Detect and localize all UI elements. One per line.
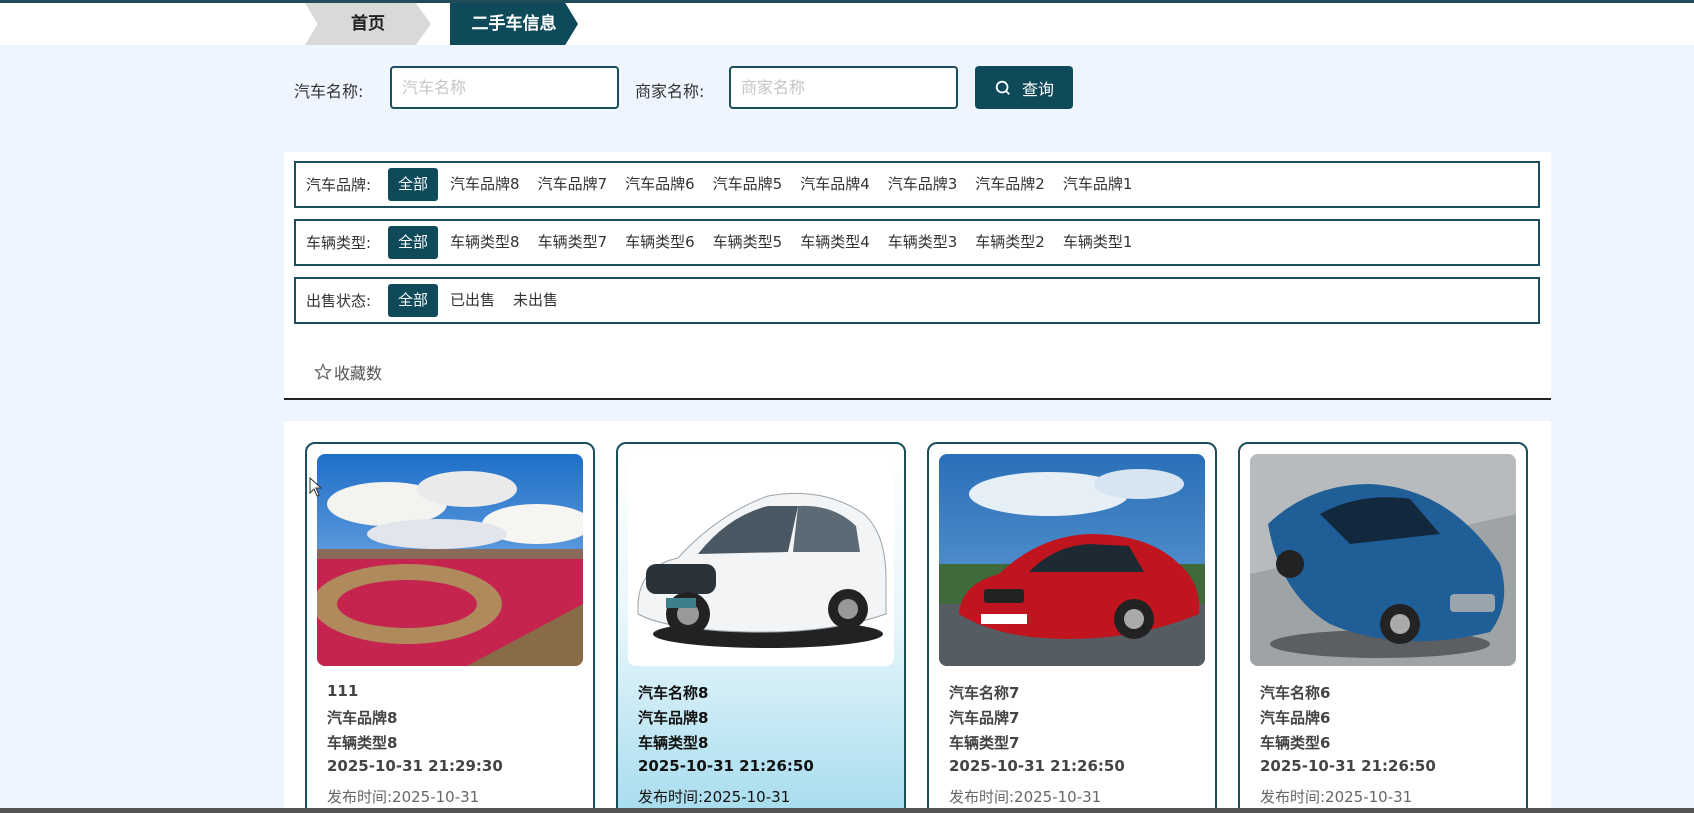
sort-favorites-label: 收藏数: [334, 364, 383, 383]
type-option[interactable]: 车辆类型2: [969, 226, 1051, 259]
type-option[interactable]: 车辆类型1: [1057, 226, 1139, 259]
car-type: 车辆类型8: [327, 734, 398, 752]
status-filter-label: 出售状态:: [306, 292, 372, 310]
car-name: 汽车名称6: [1260, 684, 1331, 702]
brand-option[interactable]: 汽车品牌4: [794, 168, 876, 201]
status-option-all[interactable]: 全部: [388, 284, 439, 317]
car-type: 车辆类型6: [1260, 734, 1331, 752]
type-option[interactable]: 车辆类型5: [707, 226, 789, 259]
status-filter-row: 出售状态: 全部 已出售 未出售: [294, 277, 1540, 324]
brand-option[interactable]: 汽车品牌5: [707, 168, 789, 201]
car-datetime: 2025-10-31 21:29:30: [327, 757, 503, 775]
type-filter-label: 车辆类型:: [306, 234, 372, 252]
type-option[interactable]: 车辆类型3: [882, 226, 964, 259]
brand-option[interactable]: 汽车品牌2: [969, 168, 1051, 201]
status-option-unsold[interactable]: 未出售: [507, 284, 564, 317]
car-datetime: 2025-10-31 21:26:50: [949, 757, 1125, 775]
query-button[interactable]: 查询: [975, 66, 1073, 109]
car-publish-time: 发布时间:2025-10-31: [949, 788, 1102, 806]
merchant-name-input[interactable]: [729, 66, 958, 109]
car-name: 111: [327, 682, 359, 700]
car-card[interactable]: 111 汽车品牌8 车辆类型8 2025-10-31 21:29:30 发布时间…: [305, 442, 595, 813]
sort-favorites[interactable]: 收藏数: [314, 360, 382, 384]
type-filter-row: 车辆类型: 全部 车辆类型8 车辆类型7 车辆类型6 车辆类型5 车辆类型4 车…: [294, 219, 1540, 266]
type-option[interactable]: 车辆类型4: [794, 226, 876, 259]
brand-option[interactable]: 汽车品牌7: [532, 168, 614, 201]
car-brand: 汽车品牌6: [1260, 709, 1331, 727]
mouse-pointer-icon: [309, 477, 323, 497]
type-option[interactable]: 车辆类型8: [444, 226, 526, 259]
car-name-label: 汽车名称:: [294, 82, 364, 101]
merchant-name-label: 商家名称:: [635, 82, 705, 101]
type-option[interactable]: 车辆类型7: [532, 226, 614, 259]
car-datetime: 2025-10-31 21:26:50: [1260, 757, 1436, 775]
status-option-sold[interactable]: 已出售: [444, 284, 501, 317]
brand-option[interactable]: 汽车品牌6: [619, 168, 701, 201]
brand-option[interactable]: 汽车品牌3: [882, 168, 964, 201]
car-publish-time: 发布时间:2025-10-31: [638, 788, 791, 806]
car-type: 车辆类型8: [638, 734, 709, 752]
breadcrumb-current[interactable]: 二手车信息: [450, 3, 578, 45]
type-option[interactable]: 车辆类型6: [619, 226, 701, 259]
car-publish-time: 发布时间:2025-10-31: [1260, 788, 1413, 806]
car-name: 汽车名称8: [638, 684, 709, 702]
search-icon: [995, 80, 1010, 95]
section-divider: [284, 398, 1551, 400]
car-image: [628, 454, 894, 666]
car-card[interactable]: 汽车名称6 汽车品牌6 车辆类型6 2025-10-31 21:26:50 发布…: [1238, 442, 1528, 813]
car-name: 汽车名称7: [949, 684, 1020, 702]
bottom-border: [0, 808, 1694, 813]
brand-filter-row: 汽车品牌: 全部 汽车品牌8 汽车品牌7 汽车品牌6 汽车品牌5 汽车品牌4 汽…: [294, 161, 1540, 208]
car-card[interactable]: 汽车名称7 汽车品牌7 车辆类型7 2025-10-31 21:26:50 发布…: [927, 442, 1217, 813]
car-image: [939, 454, 1205, 666]
type-option-all[interactable]: 全部: [388, 226, 439, 259]
car-publish-time: 发布时间:2025-10-31: [327, 788, 480, 806]
car-brand: 汽车品牌7: [949, 709, 1020, 727]
brand-option-all[interactable]: 全部: [388, 168, 439, 201]
brand-option[interactable]: 汽车品牌8: [444, 168, 526, 201]
query-button-label: 查询: [1021, 81, 1054, 99]
car-card[interactable]: 汽车名称8 汽车品牌8 车辆类型8 2025-10-31 21:26:50 发布…: [616, 442, 906, 813]
car-image: [317, 454, 583, 666]
brand-filter-label: 汽车品牌:: [306, 176, 372, 194]
car-image: [1250, 454, 1516, 666]
star-icon: [314, 363, 332, 381]
car-brand: 汽车品牌8: [327, 709, 398, 727]
car-datetime: 2025-10-31 21:26:50: [638, 757, 814, 775]
car-name-input[interactable]: [390, 66, 619, 109]
breadcrumb-bar: [0, 3, 1694, 45]
car-type: 车辆类型7: [949, 734, 1020, 752]
brand-option[interactable]: 汽车品牌1: [1057, 168, 1139, 201]
breadcrumb-home[interactable]: 首页: [305, 3, 431, 45]
car-brand: 汽车品牌8: [638, 709, 709, 727]
